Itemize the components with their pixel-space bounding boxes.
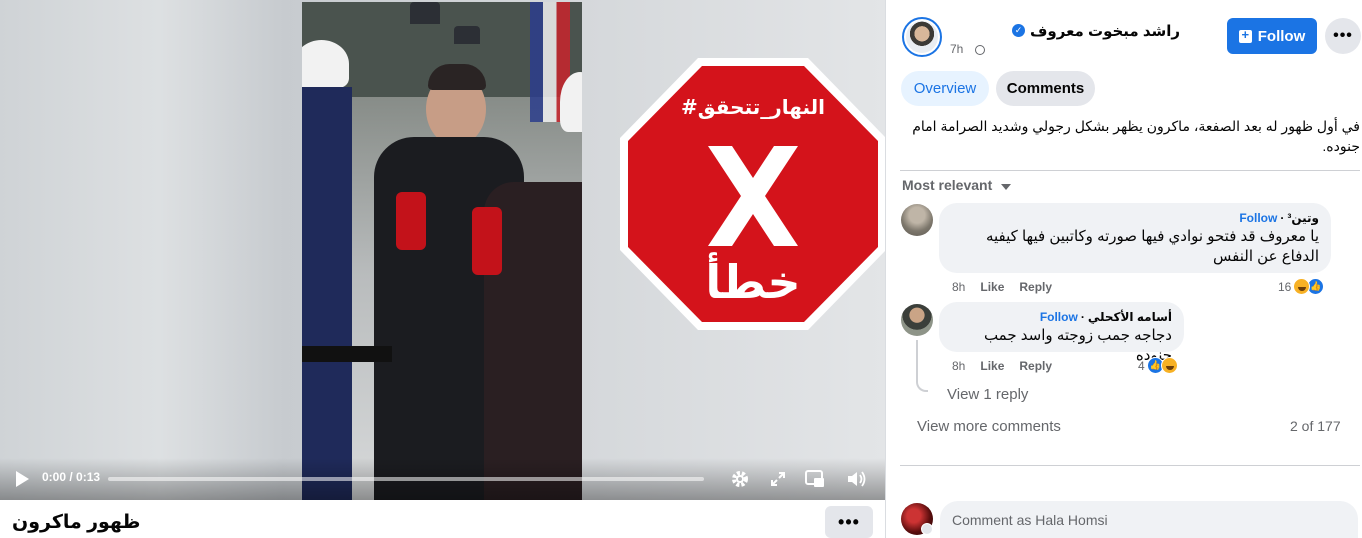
comment-reactions[interactable]: 4 👍 xyxy=(1138,357,1178,374)
fake-check-badge: #النهار_تتحقق خطأ xyxy=(620,58,885,330)
soldier-helmet xyxy=(302,40,349,88)
reaction-count: 4 xyxy=(1138,358,1145,373)
video-more-options-button[interactable]: ••• xyxy=(825,506,873,538)
video-frame xyxy=(302,2,582,500)
comment-dot: · xyxy=(1080,310,1085,324)
comment-header: Follow · أسامه الأكحلي xyxy=(951,310,1172,324)
guard-cap xyxy=(410,2,440,24)
divider xyxy=(900,170,1360,171)
video-controls: 0:00 / 0:13 xyxy=(0,458,885,500)
badge-verdict: خطأ xyxy=(705,252,800,309)
divider xyxy=(900,465,1360,466)
volume-icon[interactable] xyxy=(845,468,869,490)
verified-badge-icon: ✓ xyxy=(1012,24,1025,37)
author-avatar-image xyxy=(906,21,938,53)
soldier-epaulette xyxy=(396,192,426,250)
comment-dot: · xyxy=(1280,211,1285,225)
comment-follow-link[interactable]: Follow xyxy=(1239,211,1277,225)
comment-like-button[interactable]: Like xyxy=(980,280,1004,294)
guard-cap xyxy=(454,26,480,44)
comment-reply-button[interactable]: Reply xyxy=(1019,359,1052,373)
chevron-down-icon[interactable] xyxy=(1001,184,1011,190)
comment-reactions[interactable]: 16 👍 xyxy=(1278,278,1325,295)
comment-like-button[interactable]: Like xyxy=(980,359,1004,373)
view-more-comments-link[interactable]: View more comments xyxy=(917,418,1061,435)
comment-time[interactable]: 8h xyxy=(952,280,965,294)
author-avatar[interactable] xyxy=(902,17,942,57)
comment-author[interactable]: وتين³‎ xyxy=(1287,211,1319,225)
tab-comments[interactable]: Comments xyxy=(996,71,1095,106)
tab-overview[interactable]: Overview xyxy=(901,71,989,106)
soldier-left xyxy=(302,87,352,500)
video-title-bar: ظهور ماكرون xyxy=(0,500,885,538)
soldier-epaulette xyxy=(472,207,502,275)
commenter-avatar[interactable] xyxy=(901,204,933,236)
comment-author[interactable]: أسامه الأكحلي xyxy=(1088,310,1172,324)
sort-dropdown[interactable]: Most relevant xyxy=(902,177,992,193)
settings-gear-icon[interactable] xyxy=(729,468,751,490)
author-name[interactable]: راشد مبخوت معروف xyxy=(1030,22,1180,40)
comment-actions: 8h Like Reply xyxy=(952,359,1052,373)
public-globe-icon xyxy=(975,45,985,55)
comment-bubble: Follow · أسامه الأكحلي دجاجه جمب زوجته و… xyxy=(939,302,1184,364)
fullscreen-icon[interactable] xyxy=(767,468,789,490)
comment-time[interactable]: 8h xyxy=(952,359,965,373)
belt xyxy=(302,346,392,362)
view-replies-link[interactable]: View 1 reply xyxy=(947,386,1028,403)
post-more-options-button[interactable]: ••• xyxy=(1325,18,1361,54)
comment-actions: 8h Like Reply xyxy=(952,280,1052,294)
badge-hashtag: #النهار_تتحقق xyxy=(681,95,825,119)
more-dots-icon: ••• xyxy=(1333,27,1353,44)
reaction-count: 16 xyxy=(1278,279,1292,294)
post-viewer: #النهار_تتحقق خطأ 0:00 / 0:13 ظهور ماكرو… xyxy=(0,0,1362,538)
video-player[interactable]: #النهار_تتحقق خطأ 0:00 / 0:13 xyxy=(0,0,885,500)
comment-header: Follow · وتين³‎ xyxy=(951,211,1319,225)
reply-thread-line xyxy=(916,340,928,392)
comment-reply-button[interactable]: Reply xyxy=(1019,280,1052,294)
video-time: 0:00 / 0:13 xyxy=(42,470,101,484)
follow-add-icon xyxy=(1238,27,1252,43)
video-progress-bar[interactable] xyxy=(108,477,704,481)
comment-follow-link[interactable]: Follow xyxy=(1040,310,1078,324)
comment-bubble: Follow · وتين³‎ يا معروف قد فتحو نوادي ف… xyxy=(939,203,1331,273)
more-dots-icon: ••• xyxy=(838,511,860,532)
post-caption: في أول ظهور له بعد الصفعة، ماكرون يظهر ب… xyxy=(912,118,1360,154)
comment-text: يا معروف قد فتحو نوادي فيها صورته وكاتبي… xyxy=(985,228,1319,265)
comment-input[interactable]: Comment as Hala Homsi xyxy=(940,501,1358,538)
follow-button[interactable]: Follow xyxy=(1227,18,1317,54)
commenter-avatar[interactable] xyxy=(901,304,933,336)
video-title: ظهور ماكرون xyxy=(12,512,141,533)
comment-count: 2 of 177 xyxy=(1290,418,1341,434)
avatar-chevron-icon[interactable] xyxy=(921,523,933,535)
follow-label: Follow xyxy=(1257,27,1306,45)
play-icon[interactable] xyxy=(12,468,32,490)
picture-in-picture-icon[interactable] xyxy=(803,468,827,490)
post-time[interactable]: 7h xyxy=(950,42,963,56)
haha-reaction-icon xyxy=(1293,278,1311,295)
haha-reaction-icon xyxy=(1160,357,1178,374)
person-hair xyxy=(428,64,486,90)
